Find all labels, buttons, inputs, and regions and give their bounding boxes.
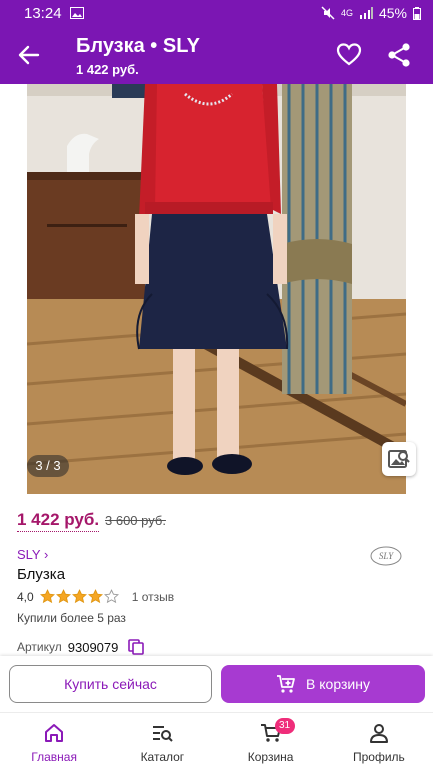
action-bar: Купить сейчас В корзину (0, 656, 433, 712)
cart-badge: 31 (274, 718, 295, 734)
nav-profile-label: Профиль (352, 750, 405, 764)
article-row: Артикул 9309079 (17, 639, 145, 655)
nav-home-label: Главная (31, 750, 77, 764)
home-icon (45, 724, 64, 742)
reviews-count[interactable]: 1 отзыв (132, 590, 174, 604)
nav-home[interactable]: Главная (0, 713, 108, 770)
status-bar: 13:24 4G 45% (0, 0, 433, 26)
product-photo-illustration (27, 84, 406, 494)
status-time: 13:24 (24, 4, 62, 22)
star-filled-icon (71, 589, 87, 604)
add-to-cart-label: В корзину (306, 676, 370, 692)
cart-plus-icon (277, 675, 295, 693)
article-value: 9309079 (67, 639, 119, 655)
image-counter: 3 / 3 (27, 455, 69, 477)
nav-catalog[interactable]: Каталог (108, 713, 216, 770)
copy-icon[interactable] (128, 639, 145, 655)
signal-icon (359, 7, 373, 19)
brand-link[interactable]: SLY › (17, 547, 48, 562)
favorite-heart-icon[interactable] (336, 42, 362, 68)
nav-catalog-label: Каталог (140, 750, 185, 764)
photo-search-button[interactable] (382, 442, 416, 476)
app-bar: Блузка • SLY 1 422 руб. (0, 26, 433, 84)
catalog-icon (153, 726, 174, 742)
rating-value: 4,0 (17, 589, 34, 604)
page-title: Блузка • SLY (76, 35, 200, 57)
old-price: 3 600 руб. (105, 513, 166, 528)
star-filled-icon (87, 589, 103, 604)
network-type: 4G (340, 8, 353, 18)
rating-stars (39, 589, 120, 604)
battery-percent: 45% (378, 5, 407, 21)
product-photo[interactable] (27, 84, 406, 494)
svg-text:SLY: SLY (379, 551, 394, 561)
header-price: 1 422 руб. (76, 62, 139, 77)
star-empty-icon (103, 589, 119, 604)
current-price: 1 422 руб. (17, 510, 100, 532)
nav-profile[interactable]: Профиль (325, 713, 433, 770)
buy-now-button[interactable]: Купить сейчас (9, 665, 212, 703)
mute-icon (321, 6, 335, 20)
gallery-notification-icon (69, 7, 84, 19)
brand-logo[interactable]: SLY (369, 544, 403, 568)
product-name: Блузка (17, 566, 66, 583)
nav-cart[interactable]: 31 Корзина (217, 713, 325, 770)
star-filled-icon (39, 589, 55, 604)
purchase-count: Купили более 5 раз (17, 611, 126, 625)
article-label: Артикул (17, 640, 62, 654)
profile-icon (369, 724, 388, 743)
rating[interactable]: 4,0 1 отзыв (17, 589, 174, 604)
back-arrow-icon[interactable] (16, 42, 42, 68)
battery-icon (413, 6, 421, 20)
add-to-cart-button[interactable]: В корзину (221, 665, 425, 703)
bottom-navigation: Главная Каталог 31 Корзина Профиль (0, 712, 433, 770)
nav-cart-label: Корзина (247, 750, 294, 764)
image-search-icon (388, 450, 410, 468)
share-icon[interactable] (386, 42, 412, 68)
star-filled-icon (55, 589, 71, 604)
